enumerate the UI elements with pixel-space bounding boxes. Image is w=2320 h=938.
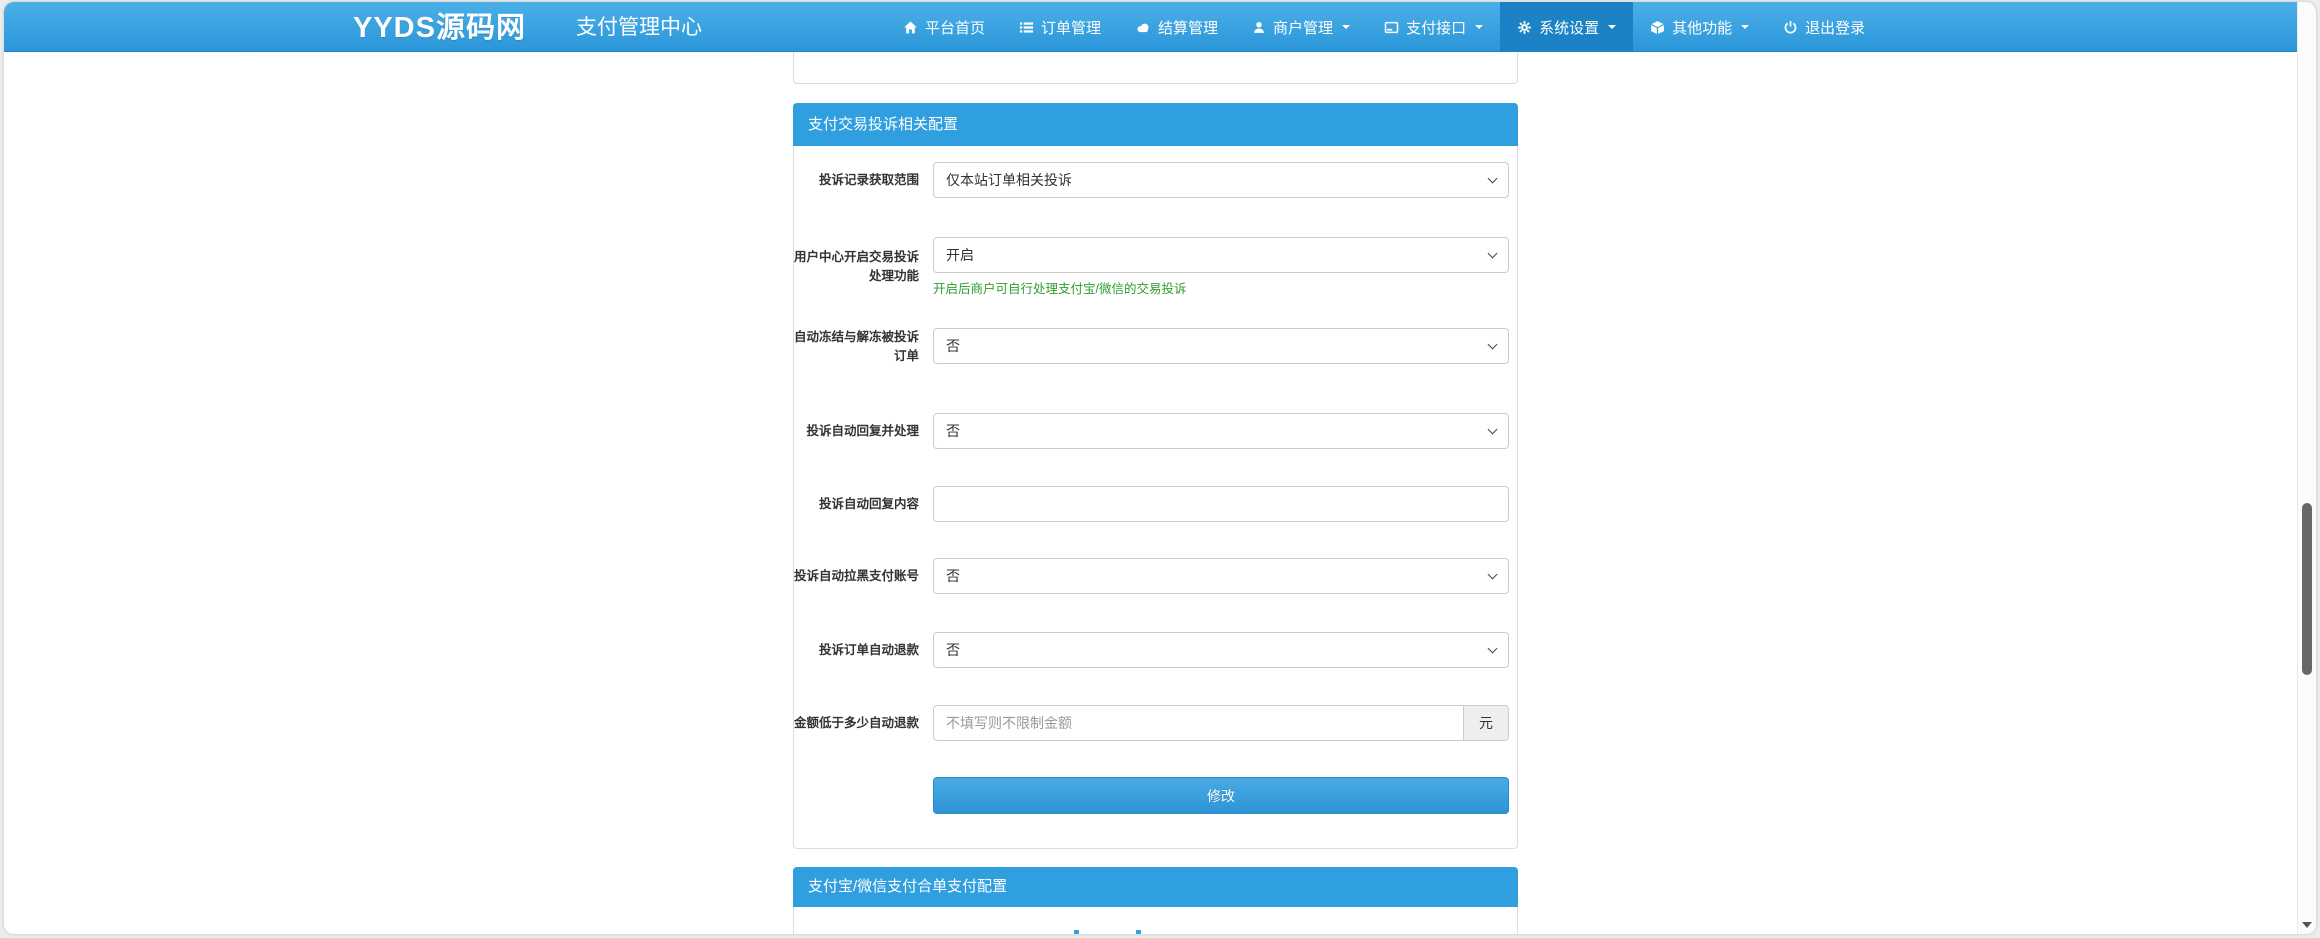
form-row-auto-freeze: 自动冻结与解冻被投诉订单 否	[794, 328, 1509, 366]
page-frame: YYDS源码网 支付管理中心 平台首页 订单管理 结算管理	[4, 2, 2316, 934]
field-label: 投诉自动回复并处理	[794, 413, 919, 449]
user-icon	[1252, 20, 1266, 35]
form-row-user-center-complaint: 用户中心开启交易投诉处理功能 开启 开启后商户可自行处理支付宝/微信的交易投诉	[794, 237, 1509, 297]
nav-item-label: 系统设置	[1539, 17, 1599, 38]
nav-item-logout[interactable]: 退出登录	[1766, 2, 1882, 52]
nav-item-payment-interface[interactable]: 支付接口	[1367, 2, 1500, 52]
nav-item-label: 支付接口	[1406, 17, 1466, 38]
form-row-auto-reply-content: 投诉自动回复内容	[794, 486, 1509, 522]
user-center-complaint-select[interactable]: 开启	[933, 237, 1509, 273]
form-row-auto-reply-handle: 投诉自动回复并处理 否	[794, 413, 1509, 449]
cloud-icon	[1135, 20, 1151, 35]
nav-item-label: 其他功能	[1672, 17, 1732, 38]
nav-item-platform-home[interactable]: 平台首页	[886, 2, 1002, 52]
brand-logo[interactable]: YYDS源码网	[353, 2, 526, 52]
combined-payment-panel-body	[793, 907, 1518, 934]
currency-unit-addon: 元	[1464, 705, 1509, 741]
nav-item-label: 平台首页	[925, 17, 985, 38]
scrollbar-thumb[interactable]	[2302, 503, 2312, 675]
complaint-panel-header: 支付交易投诉相关配置	[793, 103, 1518, 146]
home-icon	[903, 20, 918, 35]
field-label: 金额低于多少自动退款	[794, 705, 919, 741]
gear-icon	[1517, 20, 1532, 35]
nav-item-merchant-management[interactable]: 商户管理	[1235, 2, 1367, 52]
scrollbar-down-arrow[interactable]	[2302, 922, 2312, 928]
form-row-auto-refund: 投诉订单自动退款 否	[794, 632, 1509, 668]
card-icon	[1384, 20, 1399, 35]
cutoff-element-marker	[1074, 930, 1079, 934]
page-title: 支付管理中心	[576, 2, 702, 52]
auto-refund-select[interactable]: 否	[933, 632, 1509, 668]
field-label: 投诉订单自动退款	[794, 632, 919, 668]
refund-amount-input[interactable]	[933, 705, 1464, 741]
cube-icon	[1650, 20, 1665, 35]
nav-item-label: 退出登录	[1805, 17, 1865, 38]
nav-item-other-functions[interactable]: 其他功能	[1633, 2, 1766, 52]
field-label: 用户中心开启交易投诉处理功能	[794, 237, 919, 297]
field-label: 投诉自动回复内容	[794, 486, 919, 522]
field-label: 投诉记录获取范围	[794, 162, 919, 198]
nav-item-order-management[interactable]: 订单管理	[1002, 2, 1118, 52]
auto-reply-content-input[interactable]	[933, 486, 1509, 522]
chevron-down-icon	[1608, 25, 1616, 29]
list-icon	[1019, 20, 1034, 35]
nav-item-label: 订单管理	[1041, 17, 1101, 38]
nav-item-label: 商户管理	[1273, 17, 1333, 38]
nav-menu: 平台首页 订单管理 结算管理 商户管理	[886, 2, 1882, 52]
complaint-scope-select[interactable]: 仅本站订单相关投诉	[933, 162, 1509, 198]
nav-item-settlement-management[interactable]: 结算管理	[1118, 2, 1235, 52]
chevron-down-icon	[1475, 25, 1483, 29]
field-label: 投诉自动拉黑支付账号	[794, 558, 919, 594]
submit-button[interactable]: 修改	[933, 777, 1509, 814]
nav-item-system-settings[interactable]: 系统设置	[1500, 2, 1633, 52]
cutoff-element-marker	[1136, 930, 1141, 934]
field-label: 自动冻结与解冻被投诉订单	[794, 328, 919, 366]
top-navbar: YYDS源码网 支付管理中心 平台首页 订单管理 结算管理	[4, 2, 2316, 52]
help-text: 开启后商户可自行处理支付宝/微信的交易投诉	[933, 278, 1509, 297]
form-row-complaint-scope: 投诉记录获取范围 仅本站订单相关投诉	[794, 162, 1509, 198]
power-icon	[1783, 20, 1798, 35]
scrollbar[interactable]	[2297, 2, 2316, 934]
form-row-refund-amount: 金额低于多少自动退款 元	[794, 705, 1509, 741]
nav-item-label: 结算管理	[1158, 17, 1218, 38]
chevron-down-icon	[1741, 25, 1749, 29]
combined-payment-panel-header: 支付宝/微信支付合单支付配置	[793, 867, 1518, 907]
form-row-auto-blacklist: 投诉自动拉黑支付账号 否	[794, 558, 1509, 594]
chevron-down-icon	[1342, 25, 1350, 29]
complaint-panel-body: 投诉记录获取范围 仅本站订单相关投诉 用户中心开启交易投诉处理功能 开启	[793, 146, 1518, 849]
previous-panel-bottom	[793, 52, 1518, 84]
auto-blacklist-select[interactable]: 否	[933, 558, 1509, 594]
auto-freeze-select[interactable]: 否	[933, 328, 1509, 364]
auto-reply-handle-select[interactable]: 否	[933, 413, 1509, 449]
